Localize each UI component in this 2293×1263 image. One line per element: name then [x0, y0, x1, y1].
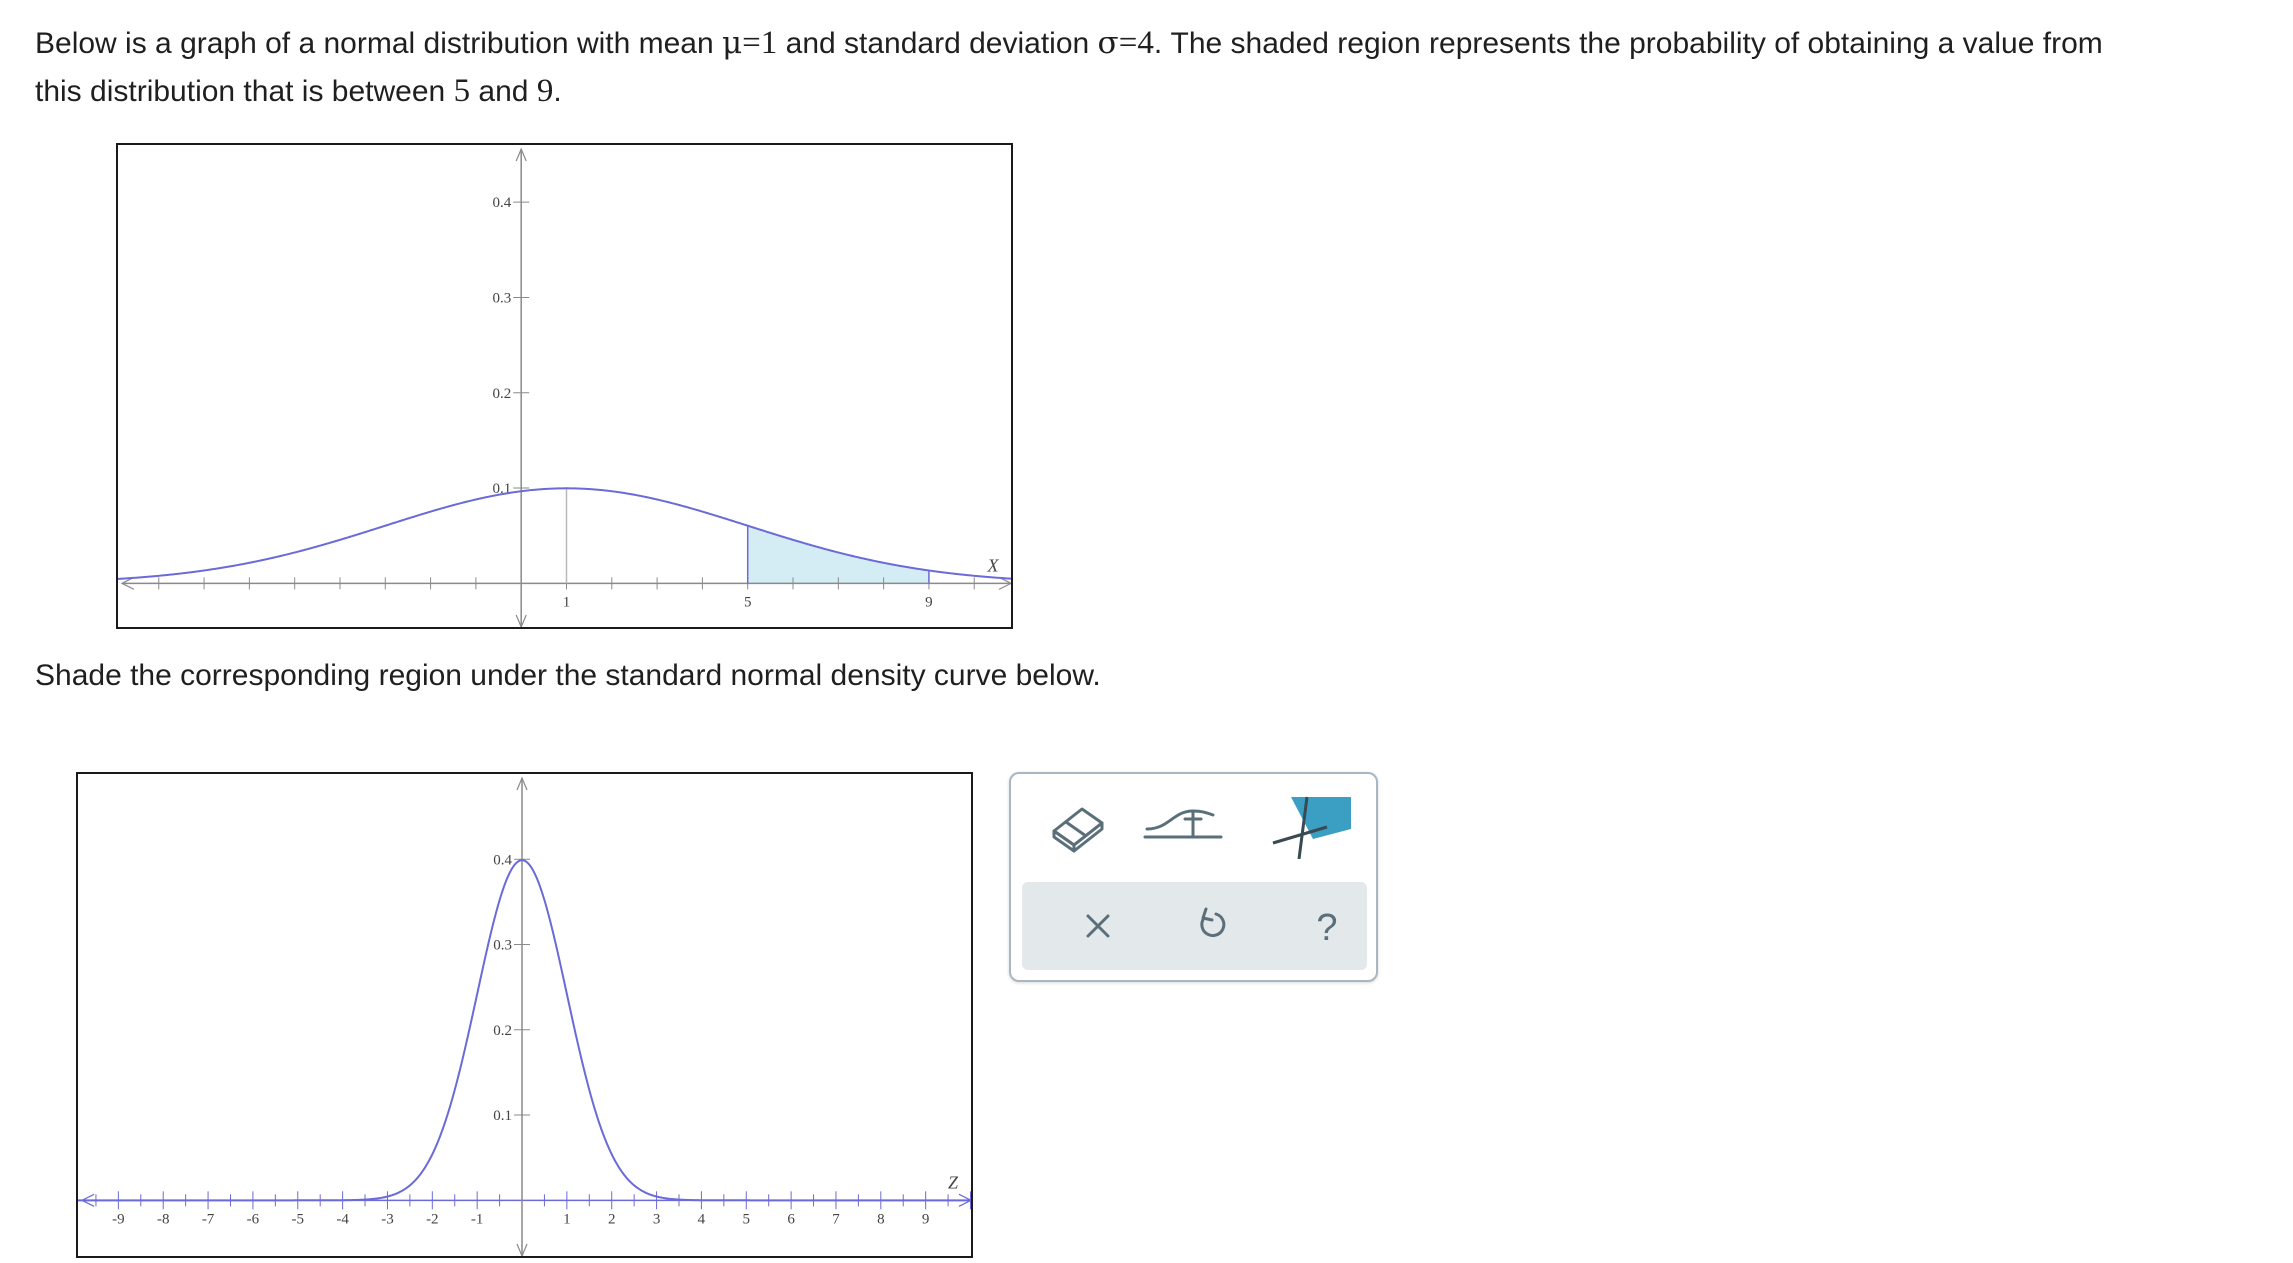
y-tick-label: 0.3: [493, 938, 512, 954]
help-glyph: ?: [1316, 907, 1337, 949]
shade-region-icon: [1272, 796, 1351, 859]
x-tick-label: 9: [922, 1211, 930, 1227]
x-axis-letter: X: [987, 555, 1000, 575]
y-tick-label: 0.4: [492, 195, 511, 211]
given-distribution-graph: 0.1 0.2 0.3 0.4 1 5 9 X: [116, 143, 1013, 629]
x-tick-label: -6: [247, 1211, 260, 1227]
statement-text: . The shaded region represents the proba…: [1153, 27, 2103, 60]
problem-statement-line-1: Below is a graph of a normal distributio…: [35, 22, 2103, 65]
x-tick-label: 2: [608, 1211, 616, 1227]
statement-text: and: [470, 75, 537, 108]
given-distribution-plot: 0.10.20.30.41 5 9X: [118, 147, 1011, 627]
standard-normal-graph[interactable]: 0.1 0.2 0.3 0.4 -9 -8 -7 -6 -5 -4 -3 -2 -1 1 2 3 4 5 6 7 8 9 Z: [76, 772, 973, 1258]
x-tick-label: -2: [426, 1211, 439, 1227]
y-tick-label: 0.4: [493, 852, 512, 868]
statement-text: this distribution that is between: [35, 75, 454, 108]
action-bar: ?: [1022, 882, 1367, 970]
x-tick-label: -1: [471, 1211, 484, 1227]
undo-button[interactable]: [1182, 896, 1242, 956]
x-tick-label: -3: [381, 1211, 394, 1227]
sigma-symbol: σ: [1097, 25, 1119, 61]
help-icon: ?: [1316, 907, 1337, 949]
x-tick-label: -4: [336, 1211, 349, 1227]
eraser-tool-button[interactable]: [1026, 789, 1116, 859]
y-tick-label: 0.3: [492, 290, 511, 306]
statement-text: .: [553, 75, 562, 108]
shade-instruction: Shade the corresponding region under the…: [35, 659, 1101, 692]
shade-region-tool-button[interactable]: [1261, 789, 1351, 859]
lower-bound-value: 5: [453, 73, 471, 109]
y-tick-label: 0.2: [493, 1023, 512, 1039]
x-tick-label: 1: [563, 594, 571, 610]
statement-text: and standard deviation: [777, 27, 1098, 60]
x-tick-label: 5: [744, 594, 752, 610]
statement-text: Below is a graph of a normal distributio…: [35, 27, 723, 60]
x-axis-letter: Z: [948, 1172, 959, 1192]
x-tick-label: 6: [787, 1211, 795, 1227]
problem-statement-line-2: this distribution that is between 5 and …: [35, 70, 562, 113]
x-tick-label: 8: [877, 1211, 885, 1227]
standard-normal-plot[interactable]: 0.1 0.2 0.3 0.4 -9 -8 -7 -6 -5 -4 -3 -2 -1 1 2 3 4 5 6 7 8 9 Z: [78, 774, 973, 1258]
y-tick-label: 0.1: [493, 1108, 512, 1124]
eraser-icon: [1052, 807, 1104, 853]
point-tool-button[interactable]: [1141, 789, 1231, 859]
sd-value: 4: [1137, 25, 1154, 61]
close-icon: [1086, 914, 1110, 938]
equals-sign: =: [1118, 25, 1138, 61]
upper-bound-value: 9: [536, 73, 554, 109]
x-tick-label: 3: [653, 1211, 661, 1227]
graphing-tool-panel: ?: [1009, 772, 1378, 982]
x-tick-label: -8: [157, 1211, 170, 1227]
x-tick-label: -9: [112, 1211, 125, 1227]
x-tick-label: 7: [832, 1211, 840, 1227]
x-tick-label: 5: [743, 1211, 751, 1227]
mean-value: 1: [760, 25, 778, 61]
x-tick-label: 9: [925, 594, 933, 610]
x-tick-label: 4: [698, 1211, 706, 1227]
help-button[interactable]: ?: [1297, 896, 1357, 956]
y-tick-label: 0.2: [492, 386, 511, 402]
undo-icon: [1200, 907, 1226, 938]
clear-button[interactable]: [1068, 896, 1128, 956]
x-tick-label: -5: [292, 1211, 305, 1227]
equals-sign: =: [742, 25, 761, 61]
x-tick-label: -7: [202, 1211, 215, 1227]
x-tick-label: 1: [563, 1211, 571, 1227]
mu-symbol: μ: [722, 25, 743, 61]
point-on-curve-icon: [1143, 809, 1223, 839]
